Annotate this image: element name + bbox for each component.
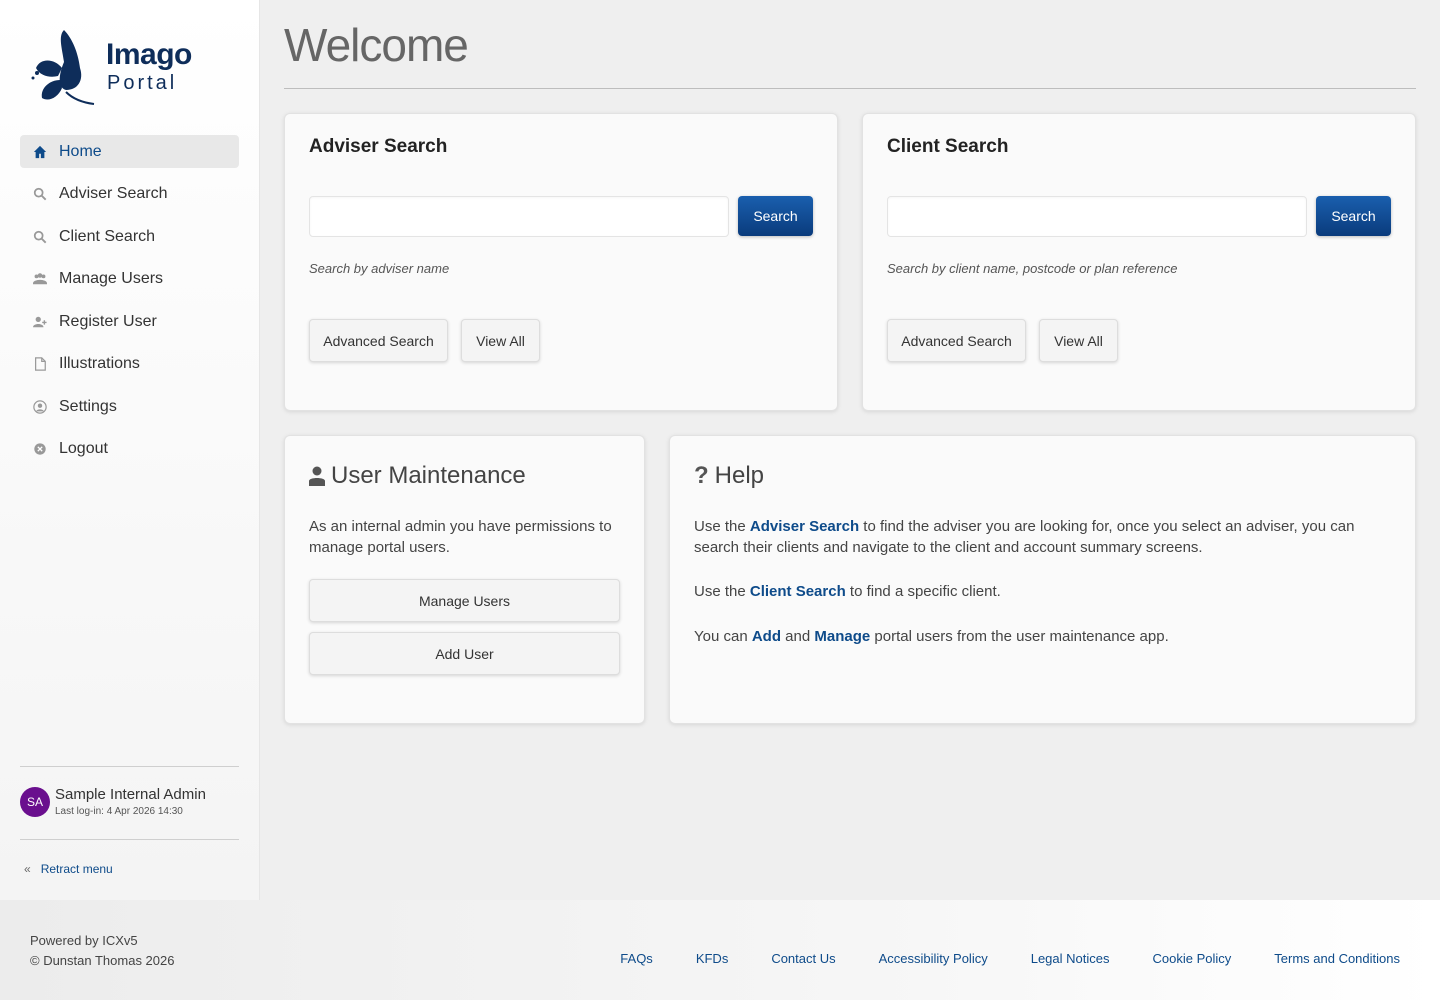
close-circle-icon [32,441,48,457]
double-chevron-left-icon: « [24,862,31,876]
client-search-input[interactable] [887,196,1307,237]
client-view-all-button[interactable]: View All [1039,319,1118,362]
sidebar-item-label: Logout [59,440,108,457]
footer-info: Powered by ICXv5 © Dunstan Thomas 2026 [30,931,174,971]
section-heading: User Maintenance [309,462,526,490]
user-maintenance-title: User Maintenance [331,462,526,489]
help-text: Use the [694,583,750,600]
card-title: Client Search [887,136,1009,157]
sidebar-item-illustrations[interactable]: Illustrations [20,348,239,381]
adviser-advanced-search-button[interactable]: Advanced Search [309,319,448,362]
adviser-search-link[interactable]: Adviser Search [750,518,859,535]
sidebar-item-label: Manage Users [59,270,164,287]
manage-link[interactable]: Manage [814,628,870,645]
sidebar-item-label: Adviser Search [59,185,168,202]
powered-by: Powered by ICXv5 [30,933,138,948]
search-icon [32,186,48,202]
butterfly-logo-icon [31,30,95,105]
home-icon [32,144,48,160]
sidebar-item-adviser-search[interactable]: Adviser Search [20,178,239,211]
sidebar-item-client-search[interactable]: Client Search [20,220,239,253]
help-text: to find a specific client. [845,583,1001,600]
help-title: Help [714,462,765,489]
add-link[interactable]: Add [752,628,781,645]
client-search-link[interactable]: Client Search [750,583,846,600]
section-heading: ? Help [694,462,764,490]
user-icon [309,466,325,486]
footer-link-cookie-policy[interactable]: Cookie Policy [1153,951,1232,966]
sidebar-nav: Home Adviser Search Client Search Manage… [20,135,239,475]
footer-link-kfds[interactable]: KFDs [696,951,729,966]
sidebar-item-label: Home [59,142,102,160]
sidebar-divider [20,839,239,840]
page-title: Welcome [284,19,469,71]
sidebar-item-label: Illustrations [59,355,140,372]
search-icon [32,229,48,245]
question-icon: ? [694,462,709,489]
sidebar: Imago Portal Home Adviser Search Client … [0,0,260,900]
help-paragraph-1: Use the Adviser Search to find the advis… [694,516,1394,558]
footer-link-terms[interactable]: Terms and Conditions [1274,951,1400,966]
help-text: You can [694,628,752,645]
user-plus-icon [32,314,48,330]
sidebar-item-label: Register User [59,312,157,330]
user-profile[interactable]: SA Sample Internal Admin Last log-in: 4 … [20,787,206,817]
retract-menu-link[interactable]: « Retract menu [24,862,113,876]
user-circle-icon [32,399,48,415]
footer-links: FAQs KFDs Contact Us Accessibility Polic… [577,951,1400,966]
footer-link-faqs[interactable]: FAQs [620,951,653,966]
logo-sub: Portal [107,72,178,94]
help-text: portal users from the user maintenance a… [870,628,1169,645]
sidebar-item-settings[interactable]: Settings [20,390,239,423]
adviser-search-card: Adviser Search Search Search by adviser … [284,113,838,411]
user-name: Sample Internal Admin [55,786,206,803]
footer: Powered by ICXv5 © Dunstan Thomas 2026 F… [0,900,1440,1000]
sidebar-item-label: Settings [59,397,117,415]
footer-link-accessibility-policy[interactable]: Accessibility Policy [879,951,988,966]
logo-name: Imago [106,38,192,71]
sidebar-item-manage-users[interactable]: Manage Users [20,263,239,296]
footer-link-legal-notices[interactable]: Legal Notices [1031,951,1110,966]
avatar: SA [20,787,50,817]
client-search-helper: Search by client name, postcode or plan … [887,261,1178,276]
help-text: and [781,628,815,645]
footer-link-contact-us[interactable]: Contact Us [771,951,835,966]
users-icon [32,271,48,287]
sidebar-item-register-user[interactable]: Register User [20,305,239,338]
help-card: ? Help Use the Adviser Search to find th… [669,435,1416,724]
sidebar-divider [20,766,239,767]
card-title: Adviser Search [309,136,448,157]
copyright: © Dunstan Thomas 2026 [30,953,175,968]
user-maintenance-text: As an internal admin you have permission… [309,518,612,556]
adviser-search-input[interactable] [309,196,729,237]
last-login: Last log-in: 4 Apr 2026 14:30 [55,806,183,817]
adviser-search-helper: Search by adviser name [309,261,450,276]
help-paragraph-2: Use the Client Search to find a specific… [694,581,1394,602]
sidebar-item-label: Client Search [59,227,156,245]
add-user-button[interactable]: Add User [309,632,620,675]
imago-portal-logo[interactable]: Imago Portal [28,28,198,108]
client-advanced-search-button[interactable]: Advanced Search [887,319,1026,362]
help-paragraph-3: You can Add and Manage portal users from… [694,626,1394,647]
user-maintenance-card: User Maintenance As an internal admin yo… [284,435,645,724]
manage-users-button[interactable]: Manage Users [309,579,620,622]
main-content: Welcome [284,0,1416,89]
help-text: Use the [694,518,750,535]
client-search-button[interactable]: Search [1316,196,1391,236]
adviser-search-button[interactable]: Search [738,196,813,236]
retract-menu-label: Retract menu [40,862,113,876]
file-icon [32,356,48,372]
title-divider [284,88,1416,89]
sidebar-item-logout[interactable]: Logout [20,433,239,466]
sidebar-item-home[interactable]: Home [20,135,239,168]
client-search-card: Client Search Search Search by client na… [862,113,1416,411]
adviser-view-all-button[interactable]: View All [461,319,540,362]
